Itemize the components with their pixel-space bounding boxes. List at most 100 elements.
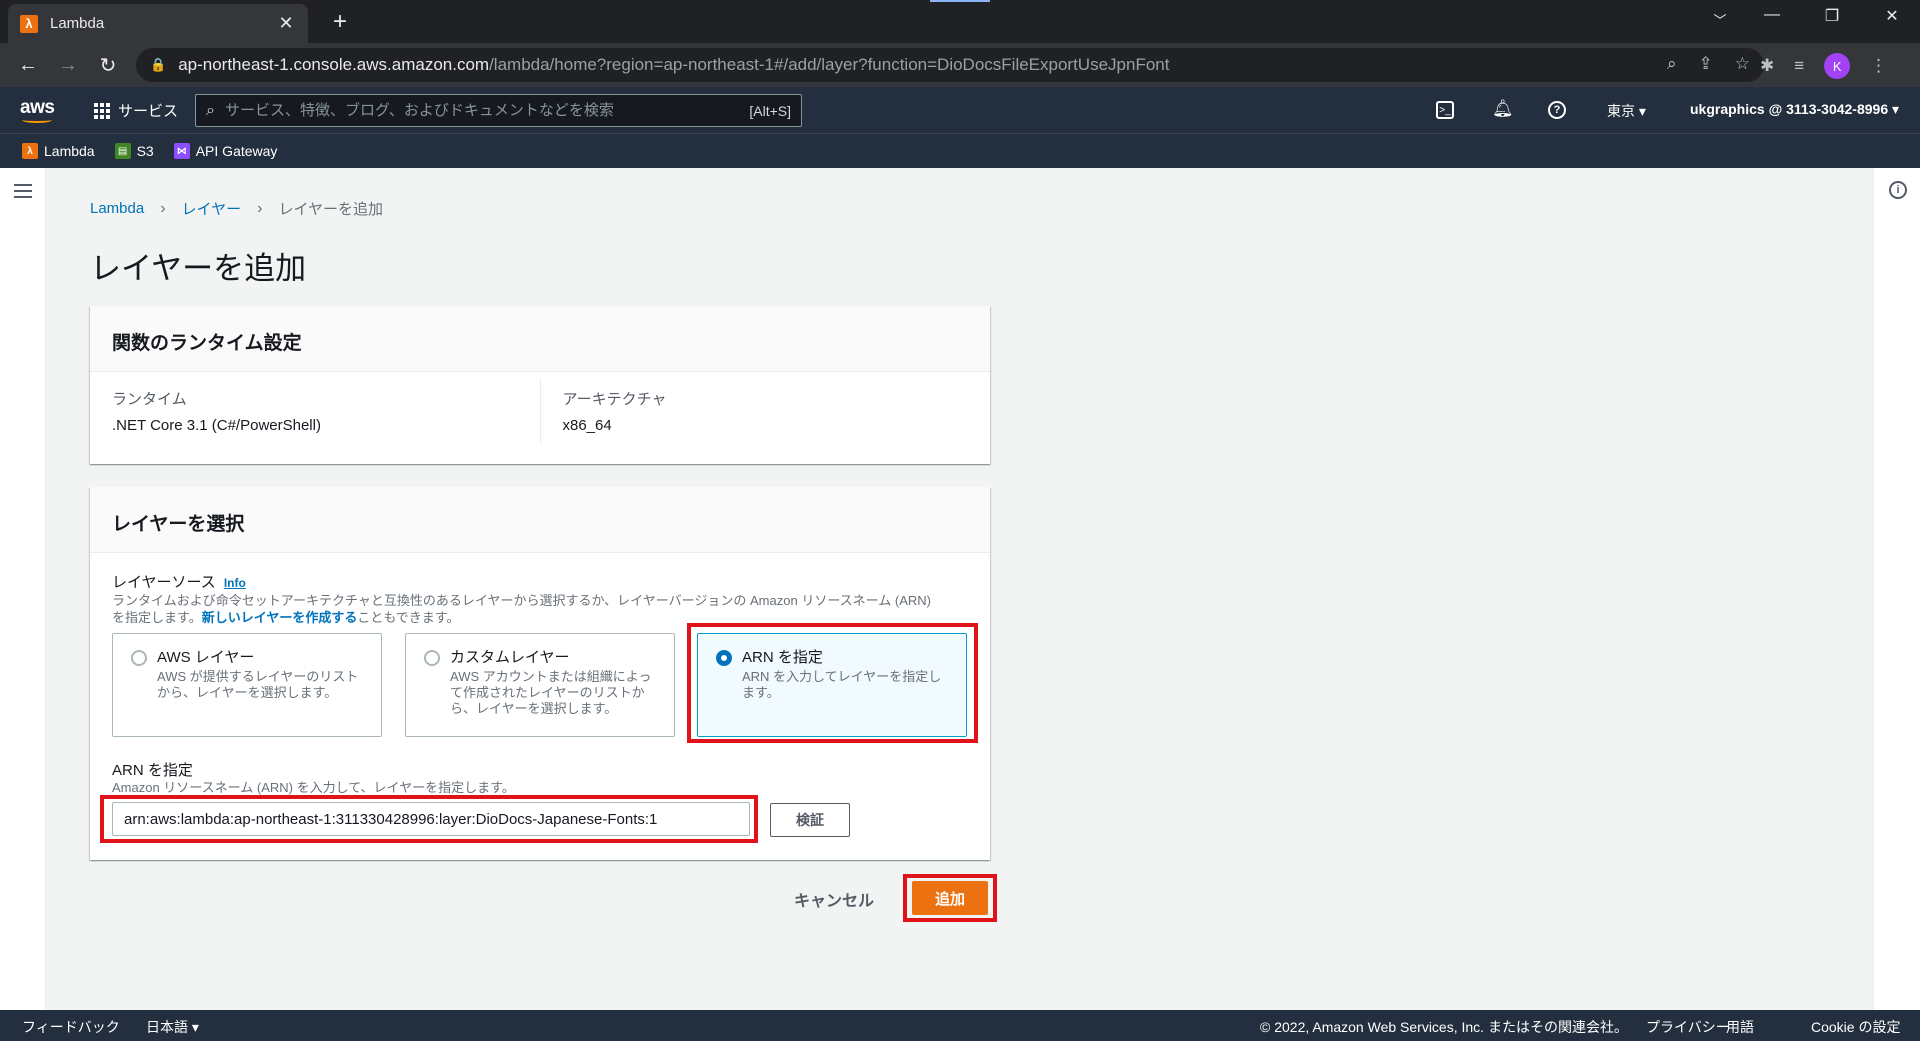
minimize-icon[interactable]: — xyxy=(1752,6,1792,24)
account-menu[interactable]: ukgraphics @ 3113-3042-8996 ▾ xyxy=(1690,101,1899,118)
page-title: レイヤーを追加 xyxy=(90,251,307,286)
search-icon: ⌕ xyxy=(206,101,215,119)
tab-indicator xyxy=(930,0,990,2)
services-menu-button[interactable]: サービス xyxy=(94,100,178,121)
architecture-label: アーキテクチャ xyxy=(562,391,667,408)
feedback-link[interactable]: フィードバック xyxy=(22,1017,120,1037)
favorite-label: S3 xyxy=(136,143,154,159)
terms-link[interactable]: 用語 xyxy=(1726,1017,1754,1037)
breadcrumb-current: レイヤーを追加 xyxy=(278,201,383,218)
description-prefix: を指定します。 xyxy=(112,610,202,625)
option-description: AWS アカウントまたは組織によって作成されたレイヤーのリストから、レイヤーを選… xyxy=(450,669,652,716)
reload-icon[interactable]: ↻ xyxy=(92,49,124,81)
media-queue-icon[interactable]: ≡ xyxy=(1794,56,1804,76)
grid-icon xyxy=(94,102,110,119)
lambda-icon: λ xyxy=(22,143,38,159)
new-tab-icon[interactable]: + xyxy=(326,8,354,36)
breadcrumb: Lambda › レイヤー › レイヤーを追加 xyxy=(90,198,383,219)
runtime-panel-title: 関数のランタイム設定 xyxy=(90,306,990,372)
lambda-favicon-icon: λ xyxy=(20,14,38,33)
profile-avatar[interactable]: K xyxy=(1824,53,1851,79)
layer-source-text: レイヤーソース xyxy=(112,574,216,591)
runtime-label: ランタイム xyxy=(112,391,187,408)
runtime-value: .NET Core 3.1 (C#/PowerShell) xyxy=(112,417,321,434)
radio-specify-arn[interactable] xyxy=(716,650,732,666)
aws-smile-icon xyxy=(22,117,52,123)
info-panel-icon[interactable]: i xyxy=(1889,181,1907,199)
back-icon[interactable]: ← xyxy=(12,49,44,81)
hamburger-menu-icon[interactable] xyxy=(14,184,32,202)
description-suffix: こともできます。 xyxy=(357,610,460,625)
extensions-icon[interactable]: ✱ xyxy=(1760,56,1774,76)
breadcrumb-lambda[interactable]: Lambda xyxy=(90,200,144,217)
layer-source-description: ランタイムおよび命令セットアーキテクチャと互換性のあるレイヤーから選択するか、レ… xyxy=(112,592,931,626)
breadcrumb-separator-icon: › xyxy=(257,199,263,217)
breadcrumb-layers[interactable]: レイヤー xyxy=(182,198,242,219)
zoom-icon[interactable]: ⌕ xyxy=(1667,54,1677,74)
cloudshell-icon[interactable]: >_ xyxy=(1436,101,1454,119)
bookmark-star-icon[interactable]: ☆ xyxy=(1735,54,1750,74)
option-aws-layers[interactable]: AWS レイヤー AWS が提供するレイヤーのリストから、レイヤーを選択します。 xyxy=(112,633,382,737)
description-line-1: ランタイムおよび命令セットアーキテクチャと互換性のあるレイヤーから選択するか、レ… xyxy=(112,593,931,608)
breadcrumb-separator-icon: › xyxy=(160,199,166,217)
close-tab-icon[interactable]: ✕ xyxy=(276,13,296,34)
option-title: ARN を指定 xyxy=(742,649,823,666)
option-description: AWS が提供するレイヤーのリストから、レイヤーを選択します。 xyxy=(157,669,359,700)
browser-menu-icon[interactable]: ⋮ xyxy=(1870,56,1887,76)
architecture-value: x86_64 xyxy=(562,417,612,434)
address-bar[interactable]: 🔒 ap-northeast-1.console.aws.amazon.com /… xyxy=(136,48,1764,82)
url-path: /lambda/home?region=ap-northeast-1#/add/… xyxy=(489,55,1170,74)
runtime-column: ランタイム .NET Core 3.1 (C#/PowerShell) xyxy=(90,378,540,444)
runtime-settings-panel: 関数のランタイム設定 ランタイム .NET Core 3.1 (C#/Power… xyxy=(90,306,990,464)
console-footer: フィードバック 日本語 ▾ © 2022, Amazon Web Service… xyxy=(0,1010,1920,1041)
lock-icon: 🔒 xyxy=(150,57,167,72)
notifications-bell-icon[interactable]: 🔔︎ xyxy=(1492,99,1514,119)
info-link[interactable]: Info xyxy=(224,576,246,590)
privacy-link[interactable]: プライバシー xyxy=(1646,1017,1730,1037)
language-selector[interactable]: 日本語 ▾ xyxy=(146,1017,199,1037)
favorite-s3[interactable]: ▤ S3 xyxy=(114,143,154,159)
browser-tab[interactable]: λ Lambda ✕ xyxy=(8,4,308,43)
services-label: サービス xyxy=(118,103,179,120)
browser-toolbar: ← → ↻ 🔒 ap-northeast-1.console.aws.amazo… xyxy=(0,43,1920,87)
option-description: ARN を入力してレイヤーを指定します。 xyxy=(742,669,942,700)
tab-title: Lambda xyxy=(50,15,105,32)
favorite-lambda[interactable]: λ Lambda xyxy=(22,143,95,159)
help-icon[interactable]: ? xyxy=(1548,101,1566,119)
favorite-label: API Gateway xyxy=(195,143,278,159)
share-icon[interactable]: ⇪ xyxy=(1699,54,1713,74)
tab-search-chevron-icon[interactable]: ﹀ xyxy=(1700,10,1740,29)
aws-console-nav: aws サービス ⌕ [Alt+S] >_ 🔔︎ ? 東京 ▾ ukgraphi… xyxy=(0,87,1920,133)
option-custom-layers[interactable]: カスタムレイヤー AWS アカウントまたは組織によって作成されたレイヤーのリスト… xyxy=(405,633,675,737)
restore-icon[interactable]: ❐ xyxy=(1812,6,1852,26)
option-title: AWS レイヤー xyxy=(157,649,255,666)
aws-logo-text: aws xyxy=(20,97,55,118)
favorite-api-gateway[interactable]: ⋈ API Gateway xyxy=(173,143,278,159)
option-specify-arn[interactable]: ARN を指定 ARN を入力してレイヤーを指定します。 xyxy=(697,633,967,737)
aws-logo[interactable]: aws xyxy=(20,97,55,123)
verify-button[interactable]: 検証 xyxy=(770,803,850,837)
forward-icon[interactable]: → xyxy=(52,49,84,81)
radio-aws-layers[interactable] xyxy=(131,650,147,666)
region-selector[interactable]: 東京 ▾ xyxy=(1607,101,1646,121)
cookie-settings-link[interactable]: Cookie の設定 xyxy=(1811,1017,1900,1037)
cancel-button[interactable]: キャンセル xyxy=(786,884,882,914)
option-title: カスタムレイヤー xyxy=(450,649,570,666)
api-gateway-icon: ⋈ xyxy=(173,143,190,159)
arn-input[interactable] xyxy=(112,802,750,836)
console-search[interactable]: ⌕ [Alt+S] xyxy=(195,94,802,127)
create-layer-link[interactable]: 新しいレイヤーを作成する xyxy=(202,610,358,625)
copyright-text: © 2022, Amazon Web Services, Inc. またはその関… xyxy=(1260,1019,1628,1035)
console-search-input[interactable] xyxy=(224,102,750,119)
add-button[interactable]: 追加 xyxy=(912,881,988,915)
search-shortcut-hint: [Alt+S] xyxy=(749,102,791,119)
favorites-bar: λ Lambda ▤ S3 ⋈ API Gateway xyxy=(0,133,1920,168)
left-navigation-rail xyxy=(0,168,46,1010)
radio-custom-layers[interactable] xyxy=(424,650,440,666)
window-close-icon[interactable]: ✕ xyxy=(1872,6,1912,26)
layer-panel-title: レイヤーを選択 xyxy=(90,487,990,553)
description-line-2: を指定します。新しいレイヤーを作成することもできます。 xyxy=(112,609,931,626)
browser-tab-strip: λ Lambda ✕ + ﹀ — ❐ ✕ xyxy=(0,0,1920,43)
layer-source-label: レイヤーソース Info xyxy=(112,571,246,592)
url-host: ap-northeast-1.console.aws.amazon.com xyxy=(178,55,490,74)
